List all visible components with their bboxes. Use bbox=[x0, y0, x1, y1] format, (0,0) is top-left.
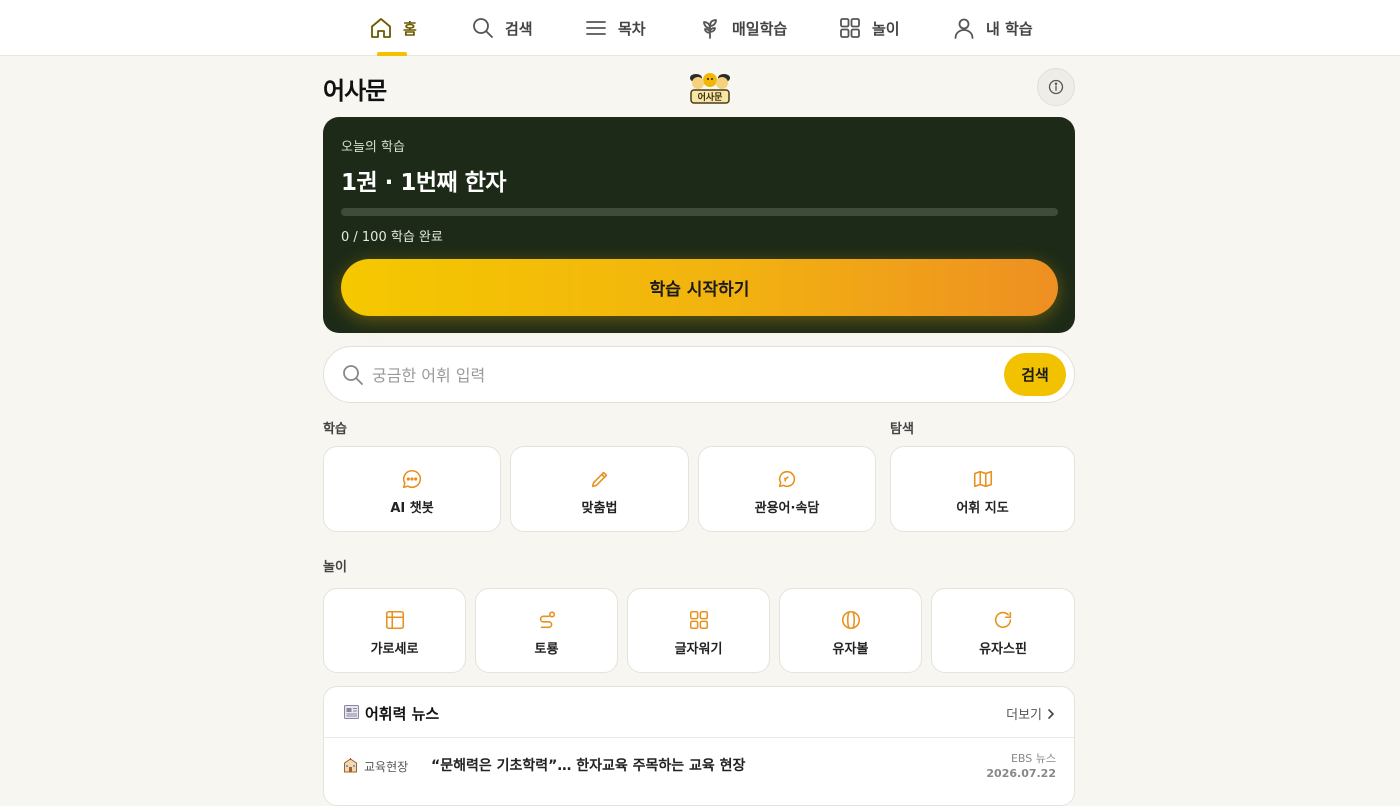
tile-vocab-map[interactable]: 어휘 지도 bbox=[890, 446, 1075, 532]
news-header: 어휘력 뉴스 더보기 bbox=[324, 687, 1074, 738]
brand-title: 어사문 bbox=[323, 77, 387, 105]
news-category: 교육현장 bbox=[364, 760, 409, 774]
nav-search[interactable]: 검색 bbox=[471, 0, 533, 56]
news-more-label: 더보기 bbox=[1006, 708, 1042, 723]
today-study-eyebrow: 오늘의 학습 bbox=[341, 140, 405, 155]
mascot-logo: 어사문 bbox=[686, 68, 734, 106]
tile-toryong[interactable]: 토룡 bbox=[475, 588, 618, 673]
nav-daily[interactable]: 매일학습 bbox=[698, 0, 787, 56]
news-source: EBS 뉴스 bbox=[1010, 752, 1056, 765]
vocab-search-input[interactable] bbox=[372, 359, 992, 391]
tile-spelling-label: 맞춤법 bbox=[581, 501, 618, 516]
nav-contents[interactable]: 목차 bbox=[584, 0, 646, 56]
nav-my-study[interactable]: 내 학습 bbox=[952, 0, 1033, 56]
study-progress-bar bbox=[341, 208, 1058, 216]
nav-home-label: 홈 bbox=[403, 19, 417, 38]
tile-crossword[interactable]: 가로세로 bbox=[323, 588, 466, 673]
tile-yuja-spin[interactable]: 유자스핀 bbox=[931, 588, 1075, 673]
map-icon bbox=[973, 470, 992, 488]
nav-my-study-label: 내 학습 bbox=[986, 19, 1033, 38]
tile-idioms-label: 관용어·속담 bbox=[754, 501, 820, 516]
tile-ai-chatbot[interactable]: AI 챗봇 bbox=[323, 446, 501, 532]
nav-contents-label: 목차 bbox=[618, 19, 646, 38]
refresh-icon bbox=[994, 611, 1012, 629]
home-icon bbox=[371, 18, 391, 38]
pencil-icon bbox=[591, 471, 607, 488]
logo-text: 어사문 bbox=[698, 91, 723, 103]
vocab-news-card: 어휘력 뉴스 더보기 교육현장 “문해력은 기초학력”… 한자교육 주목하는 교… bbox=[323, 686, 1075, 806]
nav-play[interactable]: 놀이 bbox=[838, 0, 900, 56]
search-button[interactable]: 검색 bbox=[1004, 353, 1066, 396]
news-more-link[interactable]: 더보기 bbox=[1006, 704, 1056, 723]
sprout-icon bbox=[703, 19, 717, 39]
explore-section-label: 탐색 bbox=[890, 422, 914, 437]
play-section-label: 놀이 bbox=[323, 560, 347, 575]
news-list-item[interactable]: 교육현장 “문해력은 기초학력”… 한자교육 주목하는 교육 현장 EBS 뉴스… bbox=[324, 739, 1074, 795]
crossword-grid-icon bbox=[385, 610, 404, 630]
user-icon bbox=[954, 18, 974, 39]
school-icon bbox=[344, 758, 357, 773]
chevron-right-icon bbox=[1048, 708, 1055, 719]
tile-letter-game[interactable]: 글자워기 bbox=[627, 588, 770, 673]
nav-play-label: 놀이 bbox=[872, 19, 900, 38]
top-navigation: 홈 검색 목차 매일학습 놀이 내 학습 bbox=[0, 0, 1400, 56]
study-section-label: 학습 bbox=[323, 422, 347, 437]
tile-letter-game-label: 글자워기 bbox=[674, 642, 723, 657]
search-icon bbox=[343, 365, 363, 385]
newspaper-icon bbox=[344, 705, 359, 719]
tile-crossword-label: 가로세로 bbox=[370, 642, 419, 657]
ball-icon bbox=[841, 610, 860, 630]
chat-bubble-icon bbox=[402, 469, 422, 489]
vocab-search-bar: 검색 bbox=[323, 346, 1075, 403]
nav-daily-label: 매일학습 bbox=[732, 19, 788, 38]
speech-bubble-icon bbox=[778, 470, 796, 488]
news-title: 어휘력 뉴스 bbox=[365, 705, 440, 723]
active-tab-indicator bbox=[377, 52, 407, 56]
start-study-button[interactable]: 학습 시작하기 bbox=[341, 259, 1058, 316]
tile-vocab-map-label: 어휘 지도 bbox=[956, 501, 1009, 516]
nav-home[interactable]: 홈 bbox=[369, 0, 417, 56]
grid-icon bbox=[840, 18, 860, 38]
tile-spelling[interactable]: 맞춤법 bbox=[510, 446, 689, 532]
study-progress-text: 0 / 100 학습 완료 bbox=[341, 230, 443, 245]
tile-yuja-ball-label: 유자볼 bbox=[832, 642, 869, 657]
news-headline: “문해력은 기초학력”… 한자교육 주목하는 교육 현장 bbox=[431, 758, 746, 774]
info-icon bbox=[1048, 79, 1064, 95]
search-icon bbox=[473, 18, 493, 38]
nav-search-label: 검색 bbox=[505, 19, 533, 38]
tile-ai-chatbot-label: AI 챗봇 bbox=[390, 501, 434, 516]
news-date: 2026.07.22 bbox=[986, 767, 1056, 780]
tile-idioms-proverbs[interactable]: 관용어·속담 bbox=[698, 446, 876, 532]
menu-icon bbox=[586, 21, 606, 35]
four-squares-icon bbox=[689, 610, 708, 630]
tile-yuja-spin-label: 유자스핀 bbox=[979, 642, 1027, 657]
worm-icon bbox=[539, 611, 555, 629]
today-study-title: 1권 · 1번째 한자 bbox=[341, 170, 507, 196]
today-study-card: 오늘의 학습 1권 · 1번째 한자 0 / 100 학습 완료 학습 시작하기 bbox=[323, 117, 1075, 333]
info-button[interactable] bbox=[1037, 68, 1075, 106]
tile-toryong-label: 토룡 bbox=[534, 642, 559, 657]
tile-yuja-ball[interactable]: 유자볼 bbox=[779, 588, 922, 673]
